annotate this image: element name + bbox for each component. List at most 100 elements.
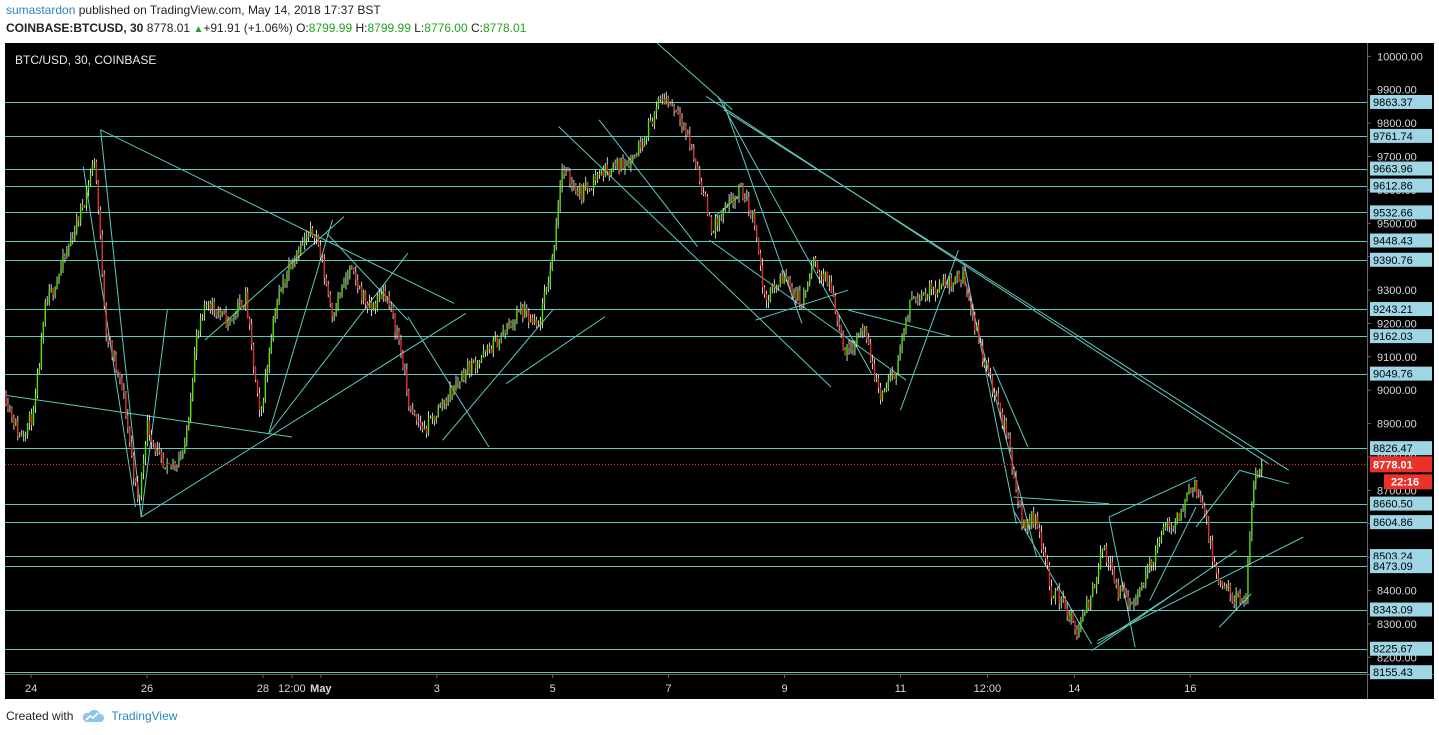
candle-body (1190, 489, 1192, 492)
trendline[interactable] (558, 126, 832, 388)
trendline[interactable] (268, 253, 409, 434)
candle-body (665, 97, 667, 103)
candle-body (698, 169, 701, 182)
candle-body (341, 284, 343, 297)
candle-body (227, 318, 229, 328)
candle-body (659, 98, 662, 100)
candle-body (1141, 584, 1143, 590)
chart-canvas[interactable]: 8200.008300.008400.008500.008600.008700.… (5, 43, 1434, 699)
candle-body (785, 275, 787, 279)
trendline[interactable] (442, 309, 554, 441)
trendline[interactable] (848, 309, 953, 338)
candle-body (374, 303, 377, 308)
candle-body (459, 381, 461, 383)
candle-body (830, 282, 833, 293)
candle-body (1225, 588, 1228, 590)
candle-body (81, 205, 84, 208)
candle-body (1180, 511, 1182, 520)
candle-body (246, 291, 249, 319)
candle-body (1038, 527, 1041, 533)
candle-body (1221, 581, 1224, 586)
publisher-name[interactable]: sumastardon (6, 3, 75, 17)
trendline[interactable] (1149, 506, 1197, 601)
candle-body (537, 325, 540, 327)
candle-body (706, 196, 709, 215)
candle-body (56, 279, 58, 289)
candle-body (1011, 447, 1013, 470)
trendline[interactable] (100, 129, 455, 304)
candle-body (1066, 608, 1068, 616)
candle-body (388, 296, 390, 307)
trendline[interactable] (723, 109, 1290, 471)
candle-body (1154, 550, 1157, 563)
candle-body (148, 420, 151, 435)
trendline[interactable] (1013, 496, 1110, 505)
candle-body (1111, 561, 1114, 570)
candle-body (239, 301, 241, 304)
candle-body (400, 339, 402, 353)
candle-body (1029, 520, 1031, 525)
trendline[interactable] (1097, 536, 1304, 642)
candle-body (740, 185, 742, 187)
trendline[interactable] (708, 239, 907, 381)
candle-body (695, 158, 697, 166)
candle-body (368, 301, 371, 309)
candle-body (600, 170, 603, 175)
candle-body (1243, 598, 1245, 601)
candle-body (720, 216, 722, 218)
trendline[interactable] (506, 316, 606, 384)
candle-body (520, 306, 522, 311)
candle-body (1064, 598, 1066, 609)
candle-body (915, 298, 917, 300)
y-tick-label: 8900.00 (1377, 419, 1417, 431)
x-tick-label: 28 (257, 683, 269, 695)
candle-body (826, 272, 829, 286)
candle-body (457, 382, 459, 384)
candle-body (539, 323, 542, 326)
candle-body (844, 349, 846, 355)
open-label: O: (296, 21, 309, 35)
candle-body (70, 238, 72, 246)
trendline[interactable] (1239, 469, 1289, 485)
trendline[interactable] (717, 96, 872, 374)
candle-body (1005, 420, 1007, 436)
candle-body (553, 246, 555, 257)
candle-body (936, 291, 939, 295)
candle-body (138, 496, 141, 499)
candle-body (555, 223, 557, 247)
candle-body (431, 416, 434, 419)
candle-body (526, 307, 528, 311)
trendline[interactable] (899, 249, 959, 411)
trendline[interactable] (1013, 510, 1093, 645)
trendline[interactable] (140, 310, 168, 518)
y-tick-label: 8400.00 (1377, 586, 1417, 598)
trendline[interactable] (5, 394, 292, 438)
candle-body (498, 339, 500, 348)
candle-body (1215, 565, 1218, 574)
candle-body (885, 387, 888, 392)
candle-body (1168, 521, 1171, 527)
candle-body (675, 110, 677, 112)
candle-body (359, 286, 361, 288)
candle-body (396, 331, 398, 333)
candle-body (1162, 526, 1165, 535)
candle-body (101, 235, 103, 275)
candle-body (500, 334, 502, 340)
candle-body (518, 310, 520, 312)
candle-body (565, 170, 567, 174)
candle-body (987, 362, 990, 374)
candle-body (1194, 481, 1196, 489)
candle-body (223, 311, 225, 313)
candle-body (512, 324, 514, 327)
candle-body (563, 170, 565, 174)
candle-body (535, 319, 538, 327)
trendline[interactable] (963, 263, 1017, 524)
price-chart[interactable]: 8200.008300.008400.008500.008600.008700.… (5, 43, 1434, 699)
candle-body (641, 144, 644, 148)
candle-body (856, 335, 858, 344)
candle-body (323, 259, 326, 278)
x-tick-label: 16 (1184, 683, 1196, 695)
candle-body (390, 306, 392, 308)
candle-body (875, 378, 878, 381)
tradingview-brand-link[interactable]: TradingView (111, 709, 177, 723)
